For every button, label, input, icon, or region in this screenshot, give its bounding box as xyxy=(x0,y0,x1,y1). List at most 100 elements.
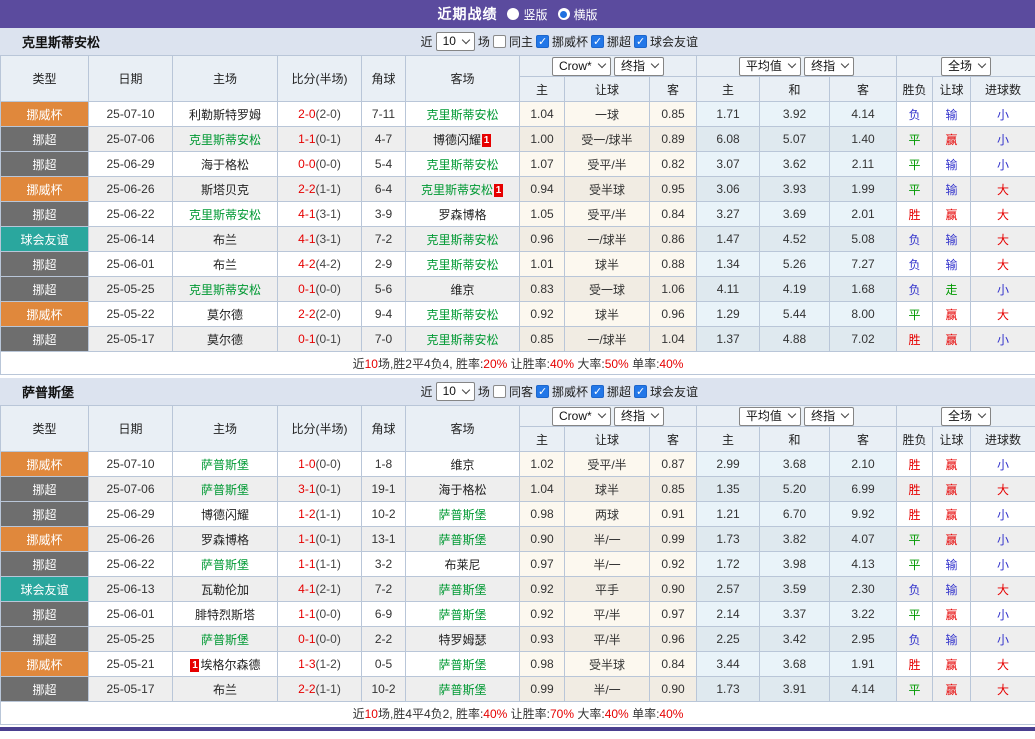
avg-period-select[interactable]: 终指 xyxy=(804,56,855,76)
team-link[interactable]: 莫尔德 xyxy=(207,308,243,322)
team-link[interactable]: 布莱尼 xyxy=(444,558,480,572)
fulltime-score[interactable]: 0-0 xyxy=(298,157,315,171)
radio-vertical-option[interactable]: 竖版 xyxy=(507,6,548,23)
fulltime-score[interactable]: 2-2 xyxy=(298,182,315,196)
team-link[interactable]: 布兰 xyxy=(213,683,237,697)
avg-home-cell: 2.57 xyxy=(696,576,760,602)
filter-checkbox-0[interactable] xyxy=(535,385,549,398)
team-link[interactable]: 罗森博格 xyxy=(201,533,249,547)
team-link[interactable]: 克里斯蒂安松 xyxy=(189,133,261,147)
radio-horizontal-icon[interactable] xyxy=(557,8,570,20)
radio-vertical-icon[interactable] xyxy=(507,8,520,20)
team-link[interactable]: 维京 xyxy=(450,283,474,297)
home-team-cell: 海于格松 xyxy=(172,151,278,177)
filter-checkbox-2[interactable] xyxy=(633,385,647,398)
team-link[interactable]: 埃格尔森德 xyxy=(200,658,260,672)
filter-checkbox-0[interactable] xyxy=(535,35,549,48)
team-link[interactable]: 克里斯蒂安松 xyxy=(421,183,493,197)
team-link[interactable]: 克里斯蒂安松 xyxy=(189,283,261,297)
recent-count-select[interactable]: 10 xyxy=(435,382,475,401)
corner-cell: 9-4 xyxy=(361,301,406,327)
team-link[interactable]: 萨普斯堡 xyxy=(201,458,249,472)
team-link[interactable]: 维京 xyxy=(450,458,474,472)
team-link[interactable]: 克里斯蒂安松 xyxy=(426,158,498,172)
team-link[interactable]: 斯塔贝克 xyxy=(201,183,249,197)
same-side-checkbox[interactable] xyxy=(492,385,506,398)
fulltime-score[interactable]: 1-0 xyxy=(298,457,315,471)
filter-checkbox-2[interactable] xyxy=(633,35,647,48)
column-header-1: 日期 xyxy=(88,55,173,102)
summary-segment: 让胜率: xyxy=(507,706,550,721)
fulltime-score[interactable]: 1-2 xyxy=(298,507,315,521)
team-link[interactable]: 克里斯蒂安松 xyxy=(426,333,498,347)
team-link[interactable]: 莫尔德 xyxy=(207,333,243,347)
fulltime-score[interactable]: 4-1 xyxy=(298,207,315,221)
team-link[interactable]: 博德闪耀 xyxy=(201,508,249,522)
team-name[interactable]: 萨普斯堡 xyxy=(22,382,74,401)
team-link[interactable]: 特罗姆瑟 xyxy=(438,633,486,647)
fulltime-score[interactable]: 0-1 xyxy=(298,332,315,346)
team-link[interactable]: 利勒斯特罗姆 xyxy=(189,108,261,122)
sub-header-8: 进球数 xyxy=(970,426,1035,452)
team-link[interactable]: 萨普斯堡 xyxy=(438,683,486,697)
fulltime-score[interactable]: 2-2 xyxy=(298,307,315,321)
away-team-cell: 克里斯蒂安松 xyxy=(405,151,520,177)
fulltime-score[interactable]: 0-1 xyxy=(298,632,315,646)
team-link[interactable]: 罗森博格 xyxy=(438,208,486,222)
team-link[interactable]: 克里斯蒂安松 xyxy=(426,258,498,272)
same-side-checkbox[interactable] xyxy=(492,35,506,48)
odds-period-select[interactable]: 终指 xyxy=(614,56,665,76)
fulltime-score[interactable]: 3-1 xyxy=(298,482,315,496)
team-link[interactable]: 萨普斯堡 xyxy=(438,658,486,672)
team-link[interactable]: 海于格松 xyxy=(201,158,249,172)
team-link[interactable]: 萨普斯堡 xyxy=(201,483,249,497)
team-link[interactable]: 瓦勒伦加 xyxy=(201,583,249,597)
team-link[interactable]: 克里斯蒂安松 xyxy=(426,108,498,122)
team-link[interactable]: 萨普斯堡 xyxy=(438,583,486,597)
fulltime-score[interactable]: 0-1 xyxy=(298,282,315,296)
fulltime-score[interactable]: 4-1 xyxy=(298,582,315,596)
fulltime-score[interactable]: 1-1 xyxy=(298,532,315,546)
scope-select[interactable]: 全场 xyxy=(941,406,992,426)
odds-period-select[interactable]: 终指 xyxy=(614,406,665,426)
team-link[interactable]: 萨普斯堡 xyxy=(201,633,249,647)
fulltime-score[interactable]: 1-1 xyxy=(298,557,315,571)
scope-select[interactable]: 全场 xyxy=(941,56,992,76)
fulltime-score[interactable]: 2-0 xyxy=(298,107,315,121)
team-link[interactable]: 海于格松 xyxy=(438,483,486,497)
fulltime-score[interactable]: 4-2 xyxy=(298,257,315,271)
fulltime-score[interactable]: 1-1 xyxy=(298,132,315,146)
odds-away-cell: 0.91 xyxy=(649,501,697,527)
team-link[interactable]: 腓特烈斯塔 xyxy=(195,608,255,622)
team-link[interactable]: 萨普斯堡 xyxy=(438,508,486,522)
away-team-cell: 萨普斯堡 xyxy=(405,526,520,552)
team-link[interactable]: 克里斯蒂安松 xyxy=(426,308,498,322)
odds-provider-select[interactable]: Crow* xyxy=(551,56,611,76)
team-link[interactable]: 萨普斯堡 xyxy=(438,533,486,547)
filter-checkbox-1[interactable] xyxy=(590,35,604,48)
fulltime-score[interactable]: 2-2 xyxy=(298,682,315,696)
team-name[interactable]: 克里斯蒂安松 xyxy=(22,32,100,51)
avg-select[interactable]: 平均值 xyxy=(738,56,801,76)
team-link[interactable]: 萨普斯堡 xyxy=(201,558,249,572)
fulltime-score[interactable]: 1-1 xyxy=(298,607,315,621)
radio-horizontal-option[interactable]: 横版 xyxy=(557,6,598,23)
corner-cell: 3-2 xyxy=(361,551,406,577)
avg-period-select[interactable]: 终指 xyxy=(804,406,855,426)
filter-checkbox-1[interactable] xyxy=(590,385,604,398)
team-link[interactable]: 萨普斯堡 xyxy=(438,608,486,622)
avg-select[interactable]: 平均值 xyxy=(738,406,801,426)
handicap-cell: 受平/半 xyxy=(564,201,650,227)
odds-provider-select[interactable]: Crow* xyxy=(551,406,611,426)
avg-away-cell: 1.99 xyxy=(828,176,898,202)
team-link[interactable]: 克里斯蒂安松 xyxy=(426,233,498,247)
fulltime-score[interactable]: 1-3 xyxy=(298,657,315,671)
team-link[interactable]: 布兰 xyxy=(213,258,237,272)
recent-count-select[interactable]: 10 xyxy=(435,32,475,51)
team-link[interactable]: 布兰 xyxy=(213,233,237,247)
team-link[interactable]: 博德闪耀 xyxy=(433,133,481,147)
fulltime-score[interactable]: 4-1 xyxy=(298,232,315,246)
odds-provider-select-value: Crow* xyxy=(558,408,592,423)
team-link[interactable]: 克里斯蒂安松 xyxy=(189,208,261,222)
corner-cell: 5-6 xyxy=(361,276,406,302)
